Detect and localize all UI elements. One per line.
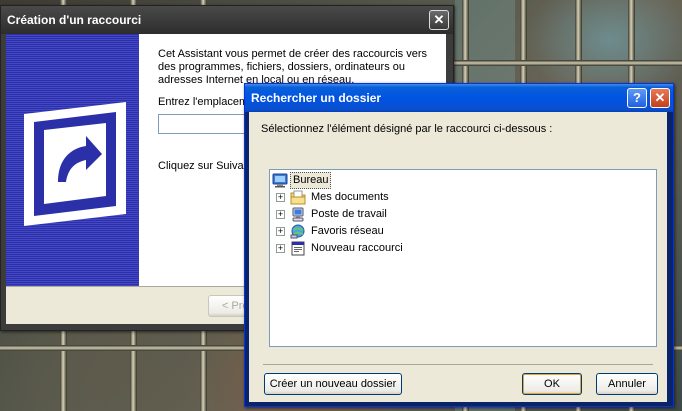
tree-item-bureau[interactable]: Bureau xyxy=(272,172,472,189)
browse-prompt: Sélectionnez l'élément désigné par le ra… xyxy=(261,123,553,135)
network-icon xyxy=(290,224,305,239)
tree-item-nouveau-raccourci[interactable]: + Nouveau raccourci xyxy=(270,240,470,257)
browse-titlebar[interactable]: Rechercher un dossier xyxy=(245,84,673,112)
help-button[interactable]: ? xyxy=(627,88,647,108)
tree-item-mes-documents[interactable]: + Mes documents xyxy=(270,189,470,206)
expand-icon[interactable]: + xyxy=(276,244,285,253)
tree-item-poste-de-travail[interactable]: + Poste de travail xyxy=(270,206,470,223)
browse-client-area: Sélectionnez l'élément désigné par le ra… xyxy=(249,112,667,402)
browse-title: Rechercher un dossier xyxy=(251,91,382,105)
folder-tree[interactable]: Bureau + Mes documents + Poste de travai… xyxy=(269,169,657,347)
desktop-icon xyxy=(272,173,288,188)
tree-label: Favoris réseau xyxy=(311,225,384,237)
expand-icon[interactable]: + xyxy=(276,227,285,236)
tree-label: Poste de travail xyxy=(311,208,387,220)
next-hint: Cliquez sur Suivant xyxy=(158,160,253,172)
browse-folder-dialog: Rechercher un dossier ? ✕ Sélectionnez l… xyxy=(244,83,674,407)
tree-label: Mes documents xyxy=(311,191,389,203)
shortcut-wizard-icon xyxy=(24,102,126,226)
folder-documents-icon xyxy=(290,190,306,205)
expand-icon[interactable]: + xyxy=(276,193,285,202)
tree-label: Nouveau raccourci xyxy=(311,242,403,254)
computer-icon xyxy=(292,207,304,222)
wizard-banner xyxy=(6,34,139,286)
new-folder-button[interactable]: Créer un nouveau dossier xyxy=(264,373,402,395)
wizard-description: Cet Assistant vous permet de créer des r… xyxy=(158,48,427,86)
cancel-button[interactable]: Annuler xyxy=(596,373,658,395)
expand-icon[interactable]: + xyxy=(276,210,285,219)
ok-button[interactable]: OK xyxy=(522,373,582,395)
footer-separator xyxy=(263,364,653,365)
shortcut-file-icon xyxy=(291,241,305,256)
wizard-titlebar[interactable]: Création d'un raccourci xyxy=(1,6,453,34)
tree-item-favoris-reseau[interactable]: + Favoris réseau xyxy=(270,223,470,240)
browse-close-button[interactable]: ✕ xyxy=(650,88,670,108)
wizard-title: Création d'un raccourci xyxy=(7,13,142,27)
wizard-close-button[interactable]: ✕ xyxy=(429,10,449,30)
tree-label: Bureau xyxy=(290,172,332,189)
